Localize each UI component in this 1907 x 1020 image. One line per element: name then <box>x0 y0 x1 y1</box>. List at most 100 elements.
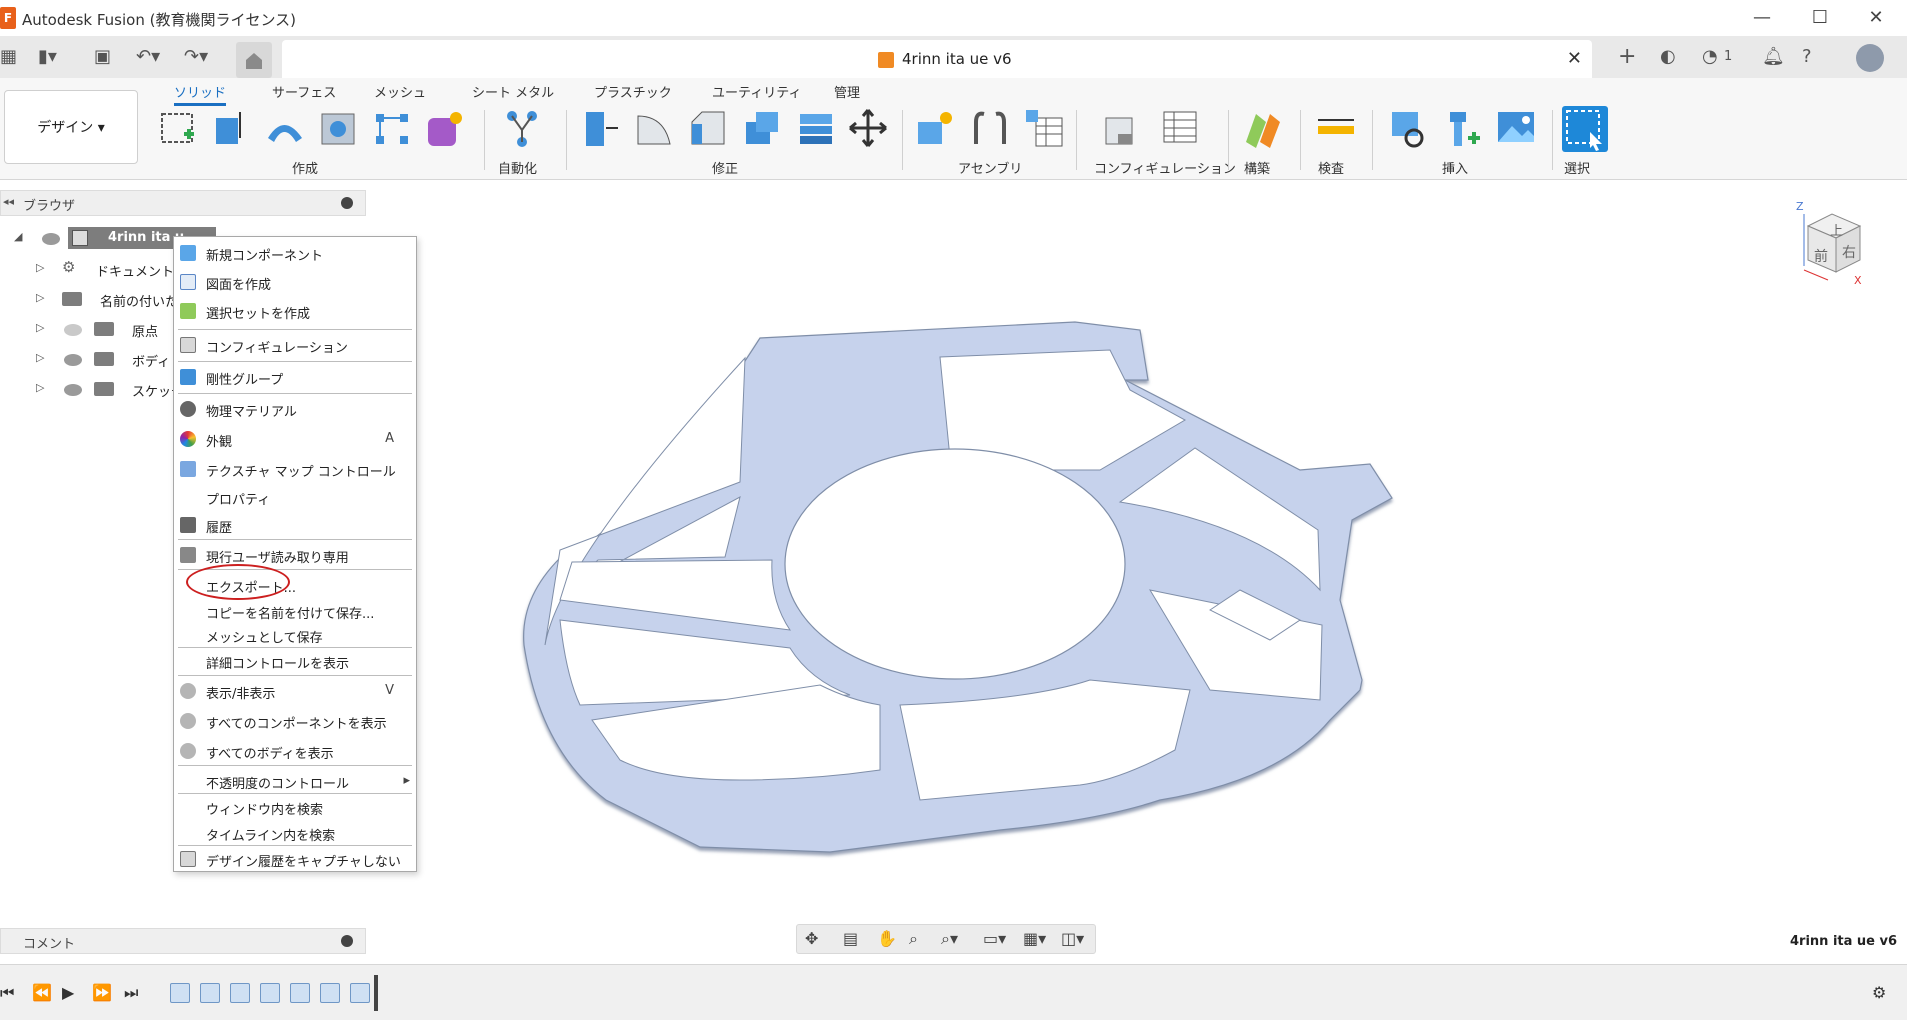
tab-mesh[interactable]: メッシュ <box>374 82 426 101</box>
redo-icon[interactable]: ↷▾ <box>184 46 208 68</box>
canvas-icon[interactable] <box>1496 108 1536 148</box>
menu-do-not-capture-history[interactable]: デザイン履歴をキャプチャしない <box>174 847 416 871</box>
menu-history[interactable]: 履歴 <box>174 513 416 537</box>
step-forward-icon[interactable]: ⏩ <box>92 983 112 1002</box>
move-icon[interactable] <box>848 108 888 148</box>
workspace-dropdown[interactable]: デザイン ▾ <box>4 90 138 164</box>
hole-icon[interactable] <box>318 108 358 148</box>
minimize-icon[interactable]: — <box>1742 6 1782 30</box>
timeline-feature[interactable] <box>290 983 310 1003</box>
tab-sheet-metal[interactable]: シート メタル <box>472 82 554 101</box>
extrude-icon[interactable] <box>210 108 250 148</box>
go-to-end-icon[interactable]: ⏭ <box>124 983 138 1003</box>
timeline-feature[interactable] <box>230 983 250 1003</box>
grid-icon[interactable]: ▦ <box>0 46 17 68</box>
display-settings-icon[interactable]: ▭▾ <box>983 929 1006 948</box>
insert-derive-icon[interactable] <box>1388 108 1428 148</box>
pattern-icon[interactable] <box>372 108 412 148</box>
view-front-label[interactable]: 前 <box>1814 246 1828 266</box>
menu-rigid-group[interactable]: 剛性グループ <box>174 365 416 389</box>
play-icon[interactable]: ▶ <box>62 983 74 1002</box>
undo-icon[interactable]: ↶▾ <box>136 46 160 68</box>
group-construct[interactable]: 構築 <box>1244 158 1270 177</box>
view-cube[interactable]: Z 上 前 右 X <box>1796 200 1870 287</box>
menu-find-in-timeline[interactable]: タイムライン内を検索 <box>174 821 416 845</box>
view-right-label[interactable]: 右 <box>1842 242 1856 262</box>
viewports-icon[interactable]: ◫▾ <box>1061 929 1084 948</box>
new-component-icon[interactable] <box>914 108 954 148</box>
menu-show-detail-controls[interactable]: 詳細コントロールを表示 <box>174 649 416 673</box>
menu-save-copy-as[interactable]: コピーを名前を付けて保存... <box>174 599 416 623</box>
timeline-feature[interactable] <box>320 983 340 1003</box>
revolve-icon[interactable] <box>264 108 304 148</box>
extensions-icon[interactable]: ◐ <box>1660 46 1676 68</box>
press-pull-icon[interactable] <box>580 108 620 148</box>
group-inspect[interactable]: 検査 <box>1318 158 1344 177</box>
orbit-icon[interactable]: ✥ <box>805 929 818 948</box>
tab-utility[interactable]: ユーティリティ <box>712 82 801 101</box>
comment-bar[interactable]: コメント <box>0 928 366 954</box>
save-icon[interactable]: ▣ <box>94 46 111 68</box>
menu-create-drawing[interactable]: 図面を作成 <box>174 270 416 294</box>
timeline-extrude[interactable] <box>200 983 220 1003</box>
group-select[interactable]: 選択 <box>1564 158 1590 177</box>
group-create[interactable]: 作成 <box>292 158 318 177</box>
job-status-icon[interactable]: ◔ <box>1702 46 1718 68</box>
timeline-marker[interactable] <box>374 975 378 1011</box>
zoom-window-icon[interactable]: ⌕▾ <box>941 929 958 949</box>
chamfer-icon[interactable] <box>688 108 728 148</box>
tab-manage[interactable]: 管理 <box>834 82 860 101</box>
menu-find-in-window[interactable]: ウィンドウ内を検索 <box>174 795 416 819</box>
group-configuration[interactable]: コンフィギュレーション <box>1094 158 1236 177</box>
help-icon[interactable]: ? <box>1802 46 1812 68</box>
menu-show-hide[interactable]: 表示/非表示 V <box>174 679 416 703</box>
measure-icon[interactable] <box>1316 108 1356 148</box>
tab-solid[interactable]: ソリッド <box>174 82 227 106</box>
tab-plastic[interactable]: プラスチック <box>594 82 672 101</box>
menu-opacity-control[interactable]: 不透明度のコントロール ▸ <box>174 769 416 793</box>
document-tab[interactable]: 4rinn ita ue v6 ✕ <box>282 40 1592 78</box>
add-comment-icon[interactable] <box>341 935 353 947</box>
file-icon[interactable]: ▮▾ <box>38 46 57 68</box>
menu-show-all-bodies[interactable]: すべてのボディを表示 <box>174 739 416 763</box>
timeline-feature[interactable] <box>260 983 280 1003</box>
timeline-sketch[interactable] <box>170 983 190 1003</box>
avatar[interactable] <box>1856 44 1884 72</box>
maximize-icon[interactable]: ☐ <box>1800 6 1840 30</box>
joint-icon[interactable] <box>970 108 1010 148</box>
timeline-settings-icon[interactable]: ⚙ <box>1872 983 1886 1002</box>
bill-of-materials-icon[interactable] <box>1024 108 1064 148</box>
configure-icon[interactable] <box>1102 108 1142 148</box>
menu-new-component[interactable]: 新規コンポーネント <box>174 241 416 265</box>
view-top-label[interactable]: 上 <box>1830 220 1843 239</box>
menu-texture-map-control[interactable]: テクスチャ マップ コントロール <box>174 457 416 481</box>
offset-plane-icon[interactable] <box>1242 108 1282 148</box>
grid-settings-icon[interactable]: ▦▾ <box>1023 929 1046 948</box>
group-modify[interactable]: 修正 <box>712 158 738 177</box>
configuration-table-icon[interactable] <box>1160 108 1200 148</box>
automate-icon[interactable] <box>502 108 542 148</box>
go-to-start-icon[interactable]: ⏮ <box>0 983 14 1003</box>
menu-save-as-mesh[interactable]: メッシュとして保存 <box>174 623 416 647</box>
menu-appearance[interactable]: 外観 A <box>174 427 416 451</box>
shell-icon[interactable] <box>742 108 782 148</box>
plus-icon[interactable]: + <box>1618 46 1636 68</box>
menu-read-only[interactable]: 現行ユーザ読み取り専用 <box>174 543 416 567</box>
menu-physical-material[interactable]: 物理マテリアル <box>174 397 416 421</box>
group-automate[interactable]: 自動化 <box>498 158 537 177</box>
insert-mcmaster-icon[interactable] <box>1442 108 1482 148</box>
home-button[interactable] <box>236 42 272 78</box>
select-tool[interactable] <box>1562 106 1608 152</box>
zoom-icon[interactable]: ⌕ <box>909 929 918 949</box>
menu-show-all-components[interactable]: すべてのコンポーネントを表示 <box>174 709 416 733</box>
pan-icon[interactable]: ✋ <box>877 929 897 948</box>
menu-properties[interactable]: プロパティ <box>174 485 416 509</box>
bell-icon[interactable]: 🔔︎ <box>1762 46 1785 68</box>
combine-icon[interactable] <box>796 108 836 148</box>
close-tab-icon[interactable]: ✕ <box>1567 48 1582 69</box>
close-icon[interactable]: ✕ <box>1856 6 1896 30</box>
create-form-icon[interactable] <box>424 108 464 148</box>
tab-surface[interactable]: サーフェス <box>272 82 336 101</box>
menu-configuration[interactable]: コンフィギュレーション <box>174 333 416 357</box>
fillet-icon[interactable] <box>634 108 674 148</box>
